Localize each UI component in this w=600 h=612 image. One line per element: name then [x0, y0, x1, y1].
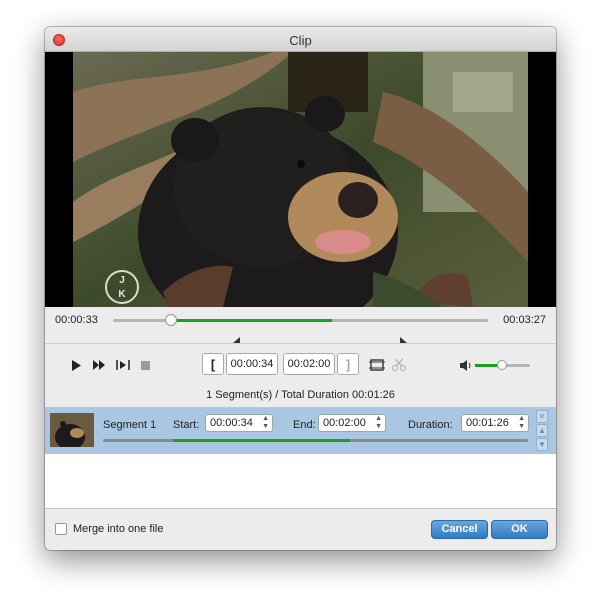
step-icon[interactable] [115, 358, 131, 372]
start-time-field[interactable]: 00:00:34 [226, 353, 278, 375]
segment-side-buttons: ✕ ▲ ▼ [536, 410, 548, 451]
segment-thumbnail [50, 413, 94, 447]
title-bar: Clip [45, 27, 556, 52]
segment-list: Segment 1 Start: 00:00:34 ▲ ▼ End: 00:02:… [45, 407, 556, 509]
stepper-arrows-icon[interactable]: ▲ ▼ [518, 415, 525, 431]
segment-name: Segment 1 [103, 419, 157, 431]
volume-slider[interactable] [475, 360, 530, 370]
move-down-icon[interactable]: ▼ [536, 438, 548, 451]
move-up-icon[interactable]: ▲ [536, 424, 548, 437]
watermark-logo: J K [105, 270, 139, 304]
crop-icon[interactable] [369, 358, 385, 372]
video-preview: J K [45, 52, 556, 307]
volume-handle[interactable] [497, 360, 507, 370]
play-icon[interactable] [69, 358, 83, 372]
set-start-icon[interactable]: [ [202, 353, 224, 375]
segment-row[interactable]: Segment 1 Start: 00:00:34 ▲ ▼ End: 00:02:… [45, 408, 556, 454]
segment-range-fill [173, 439, 350, 442]
fast-forward-icon[interactable] [92, 358, 106, 372]
selected-range [171, 319, 332, 322]
stop-icon[interactable] [138, 358, 152, 372]
segment-summary: 1 Segment(s) / Total Duration 00:01:26 [206, 389, 395, 401]
stepper-arrows-icon[interactable]: ▲ ▼ [375, 415, 382, 431]
merge-checkbox[interactable] [55, 523, 67, 535]
divider [45, 343, 556, 344]
stepper-arrows-icon[interactable]: ▲ ▼ [262, 415, 269, 431]
seek-row: 00:00:33 00:03:27 [45, 311, 556, 343]
ok-button[interactable]: OK [491, 520, 548, 539]
video-frame: J K [73, 52, 528, 307]
seek-bar[interactable] [113, 314, 488, 343]
playback-controls: [ 00:00:34 00:02:00 ] [45, 349, 556, 383]
set-end-icon[interactable]: ] [337, 353, 359, 375]
merge-label[interactable]: Merge into one file [73, 523, 164, 535]
start-label: Start: [173, 419, 200, 431]
segment-end-stepper[interactable]: 00:02:00 ▲ ▼ [318, 414, 386, 432]
clip-window: Clip J K 00:00:33 00:03:27 [00:00:34 00… [45, 27, 556, 550]
seek-handle[interactable] [165, 314, 177, 326]
duration-label: Duration: [408, 419, 453, 431]
cut-icon[interactable] [391, 358, 407, 372]
total-time: 00:03:27 [503, 314, 546, 326]
end-time-field[interactable]: 00:02:00 [283, 353, 335, 375]
cancel-button[interactable]: Cancel [431, 520, 488, 539]
volume-icon[interactable] [459, 358, 473, 372]
current-time: 00:00:33 [55, 314, 98, 326]
end-label: End: [293, 419, 316, 431]
footer: Merge into one file Cancel OK [45, 509, 556, 550]
segment-range-bar [103, 439, 528, 442]
window-title: Clip [289, 33, 312, 48]
delete-segment-icon[interactable]: ✕ [536, 410, 548, 423]
segment-start-stepper[interactable]: 00:00:34 ▲ ▼ [205, 414, 273, 432]
bear-image [73, 52, 528, 307]
segment-duration-stepper[interactable]: 00:01:26 ▲ ▼ [461, 414, 529, 432]
